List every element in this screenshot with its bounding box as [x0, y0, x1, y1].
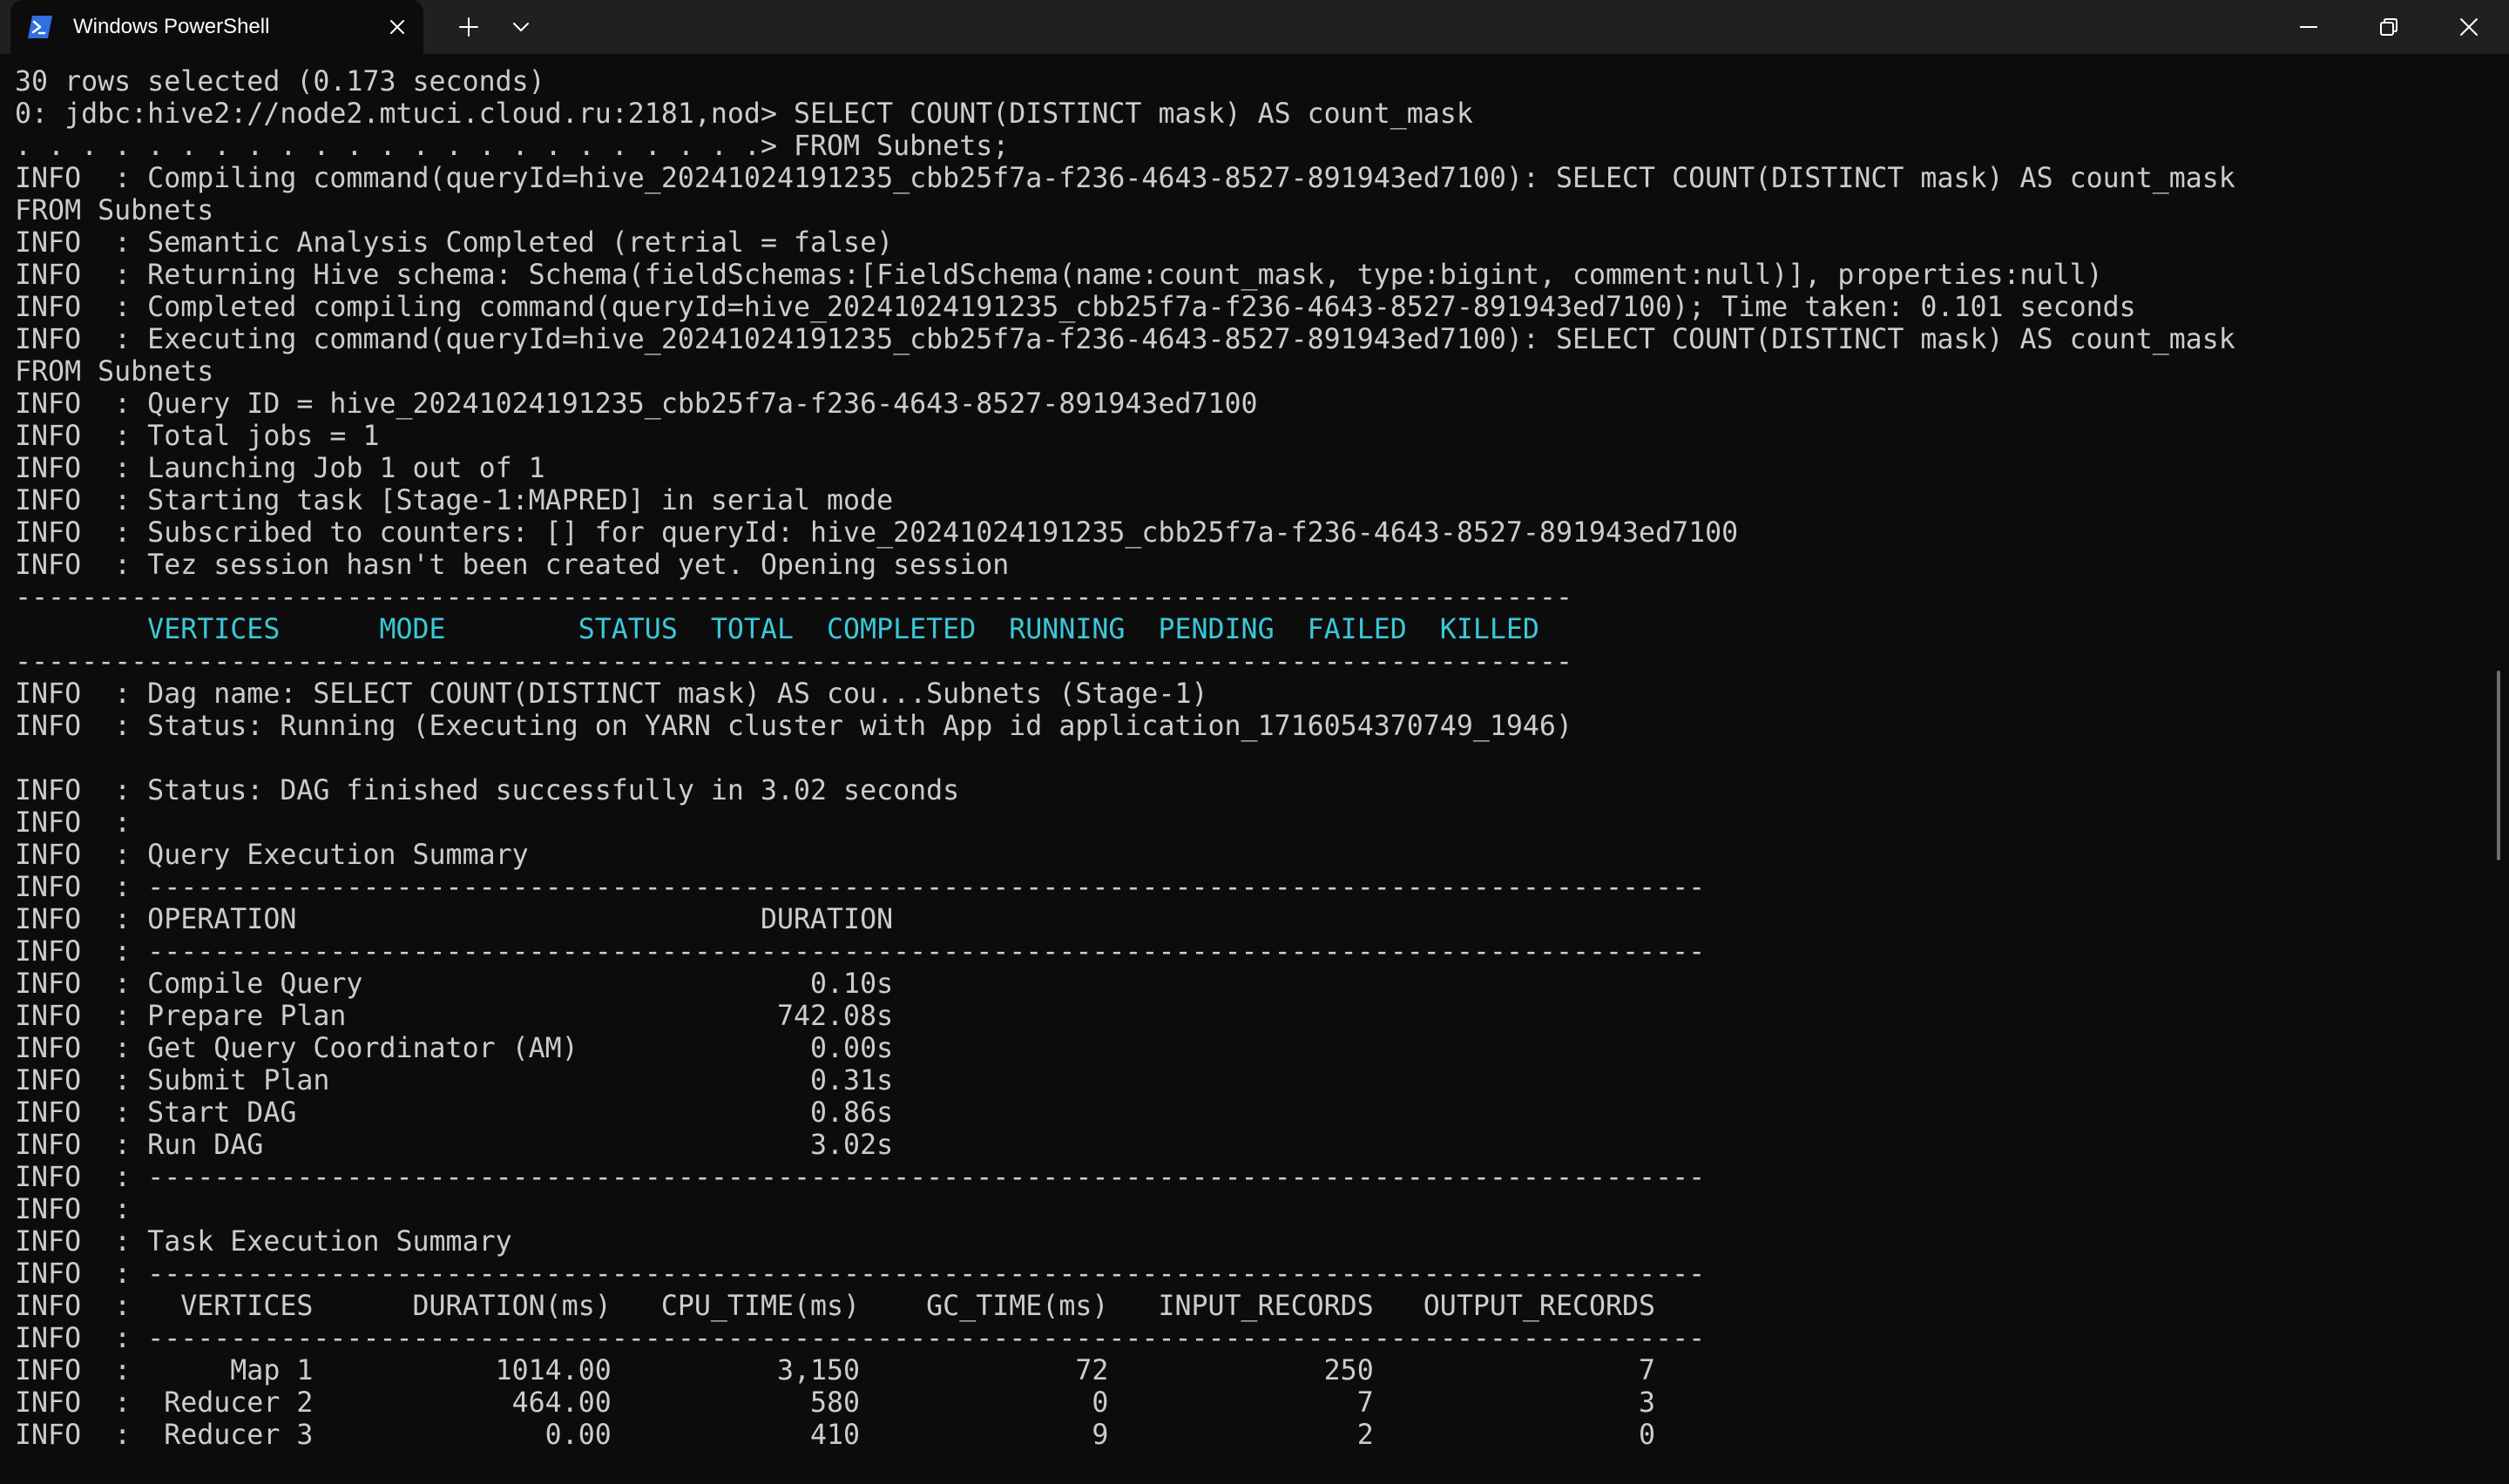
console-line: INFO : Reducer 3 0.00 410 9 2 0 — [15, 1420, 1656, 1451]
console-line: INFO : Reducer 2 464.00 580 0 7 3 — [15, 1387, 1656, 1419]
console-line: . . . . . . . . . . . . . . . . . . . . … — [15, 131, 1010, 162]
console-line: INFO : VERTICES DURATION(ms) CPU_TIME(ms… — [15, 1291, 1656, 1322]
console-line: INFO : Tez session hasn't been created y… — [15, 550, 1010, 581]
powershell-window: Windows PowerShell 30 rows selected (0.1… — [0, 0, 2509, 1484]
console-line: INFO : ---------------------------------… — [15, 1162, 1706, 1193]
console-output[interactable]: 30 rows selected (0.173 seconds) 0: jdbc:… — [0, 54, 2488, 1484]
console-line: INFO : Map 1 1014.00 3,150 72 250 7 — [15, 1355, 1656, 1386]
console-line: INFO : Prepare Plan 742.08s — [15, 1001, 894, 1032]
console-line: INFO : Get Query Coordinator (AM) 0.00s — [15, 1033, 894, 1064]
console-line: INFO : Subscribed to counters: [] for qu… — [15, 517, 1739, 549]
tab-windows-powershell[interactable]: Windows PowerShell — [10, 0, 423, 54]
console-line: INFO : Run DAG 3.02s — [15, 1130, 894, 1161]
restore-button[interactable] — [2349, 0, 2429, 54]
console-line: 30 rows selected (0.173 seconds) — [15, 66, 545, 98]
console-line: INFO : Status: Running (Executing on YAR… — [15, 711, 1572, 742]
console-line: 0: jdbc:hive2://node2.mtuci.cloud.ru:218… — [15, 98, 1473, 130]
console-line: INFO : — [15, 1194, 132, 1225]
console-line: INFO : Query Execution Summary — [15, 840, 529, 871]
console-line: INFO : ---------------------------------… — [15, 1258, 1706, 1290]
tab-dropdown-button[interactable] — [504, 11, 538, 43]
console-line: INFO : Starting task [Stage-1:MAPRED] in… — [15, 485, 894, 516]
console-line: INFO : ---------------------------------… — [15, 936, 1706, 968]
console-line: INFO : OPERATION DURATION — [15, 904, 894, 935]
powershell-icon — [26, 14, 54, 40]
console-line: INFO : Task Execution Summary — [15, 1226, 512, 1258]
console-line: INFO : Submit Plan 0.31s — [15, 1065, 894, 1096]
console-line: INFO : Start DAG 0.86s — [15, 1097, 894, 1129]
console-line: FROM Subnets — [15, 356, 214, 388]
close-icon — [390, 20, 404, 34]
console-line: ----------------------------------------… — [15, 582, 1572, 613]
console-line: INFO : Total jobs = 1 — [15, 421, 380, 452]
console-line: INFO : Semantic Analysis Completed (retr… — [15, 227, 894, 259]
console-line: INFO : ---------------------------------… — [15, 1323, 1706, 1354]
console-line: INFO : Executing command(queryId=hive_20… — [15, 324, 2235, 355]
tab-title: Windows PowerShell — [73, 15, 270, 38]
console-line: INFO : Status: DAG finished successfully… — [15, 775, 960, 806]
console-line: INFO : — [15, 807, 132, 839]
vertical-scrollbar[interactable] — [2490, 54, 2509, 1484]
minimize-button[interactable] — [2269, 0, 2349, 54]
console-line: INFO : ---------------------------------… — [15, 872, 1706, 903]
console-line: FROM Subnets — [15, 195, 214, 226]
console-line: INFO : Launching Job 1 out of 1 — [15, 453, 545, 484]
chevron-down-icon — [513, 23, 529, 31]
close-icon — [2460, 18, 2478, 36]
title-bar: Windows PowerShell — [0, 0, 2509, 54]
scrollbar-thumb[interactable] — [2497, 671, 2500, 860]
console-line: ----------------------------------------… — [15, 646, 1572, 678]
close-window-button[interactable] — [2429, 0, 2509, 54]
plus-icon — [459, 17, 478, 37]
restore-icon — [2380, 18, 2397, 36]
console-line: INFO : Compile Query 0.10s — [15, 968, 894, 1000]
console-line: INFO : Compiling command(queryId=hive_20… — [15, 163, 2235, 194]
console-line: INFO : Query ID = hive_20241024191235_cb… — [15, 388, 1258, 420]
console-line: INFO : Completed compiling command(query… — [15, 292, 2136, 323]
minimize-icon — [2300, 26, 2317, 28]
new-tab-button[interactable] — [451, 11, 486, 43]
console-line: INFO : Dag name: SELECT COUNT(DISTINCT m… — [15, 678, 1208, 710]
tab-close-button[interactable] — [383, 13, 411, 41]
vertices-status-header: VERTICES MODE STATUS TOTAL COMPLETED RUN… — [15, 614, 1539, 645]
console-line: INFO : Returning Hive schema: Schema(fie… — [15, 260, 2103, 291]
console-text: 30 rows selected (0.173 seconds) 0: jdbc:… — [15, 66, 2235, 1452]
